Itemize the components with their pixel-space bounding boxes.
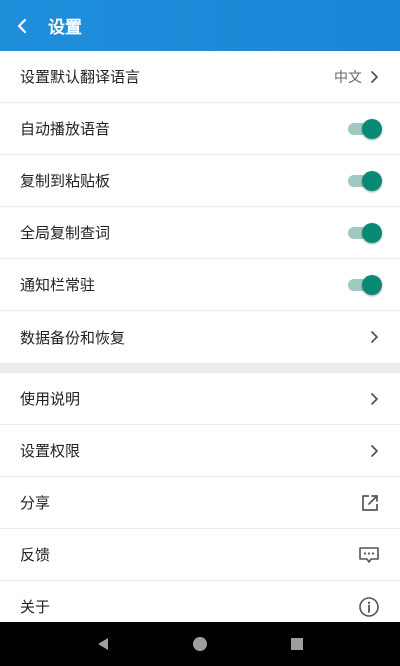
setting-backup-restore[interactable]: 数据备份和恢复 bbox=[0, 311, 400, 363]
setting-label: 全局复制查词 bbox=[20, 224, 111, 242]
home-circle-icon[interactable] bbox=[192, 636, 208, 652]
toggle-knob bbox=[362, 222, 382, 243]
copy-clipboard-toggle[interactable] bbox=[346, 170, 382, 191]
setting-feedback[interactable]: 反馈 bbox=[0, 529, 400, 581]
setting-usage-guide[interactable]: 使用说明 bbox=[0, 373, 400, 425]
notification-toggle[interactable] bbox=[346, 274, 382, 295]
setting-copy-to-clipboard: 复制到粘贴板 bbox=[0, 155, 400, 207]
chevron-right-icon bbox=[371, 392, 378, 405]
toggle-knob bbox=[362, 274, 382, 295]
system-nav-bar bbox=[0, 622, 400, 666]
page-title: 设置 bbox=[48, 18, 82, 38]
setting-value: 中文 bbox=[334, 69, 362, 86]
feedback-icon bbox=[359, 546, 379, 563]
setting-label: 使用说明 bbox=[20, 390, 81, 408]
info-icon bbox=[359, 596, 379, 617]
setting-label: 关于 bbox=[20, 598, 51, 616]
setting-label: 通知栏常驻 bbox=[20, 276, 96, 294]
chevron-right-icon bbox=[371, 70, 378, 83]
setting-default-language[interactable]: 设置默认翻译语言 中文 bbox=[0, 51, 400, 103]
auto-play-toggle[interactable] bbox=[346, 118, 382, 139]
chevron-right-icon bbox=[371, 444, 378, 457]
recents-square-icon[interactable] bbox=[289, 636, 305, 652]
global-copy-toggle[interactable] bbox=[346, 222, 382, 243]
settings-list: 设置默认翻译语言 中文 自动播放语音 复制到粘贴板 全局复制查词 通知栏常驻 数… bbox=[0, 51, 400, 633]
setting-label: 数据备份和恢复 bbox=[20, 328, 126, 347]
setting-label: 反馈 bbox=[20, 546, 51, 564]
back-triangle-icon[interactable] bbox=[95, 636, 111, 652]
app-bar: 设置 bbox=[0, 0, 400, 51]
back-button[interactable] bbox=[0, 0, 46, 51]
share-icon bbox=[362, 494, 378, 511]
setting-label: 设置权限 bbox=[20, 442, 81, 460]
setting-share[interactable]: 分享 bbox=[0, 477, 400, 529]
setting-notification-resident: 通知栏常驻 bbox=[0, 259, 400, 311]
back-arrow-icon bbox=[17, 18, 27, 33]
setting-auto-play-voice: 自动播放语音 bbox=[0, 103, 400, 155]
setting-label: 分享 bbox=[20, 494, 51, 512]
setting-global-copy-lookup: 全局复制查词 bbox=[0, 207, 400, 259]
setting-permissions[interactable]: 设置权限 bbox=[0, 425, 400, 477]
setting-label: 复制到粘贴板 bbox=[20, 172, 111, 190]
toggle-knob bbox=[362, 170, 382, 191]
chevron-right-icon bbox=[371, 331, 378, 343]
toggle-knob bbox=[362, 118, 382, 139]
setting-label: 自动播放语音 bbox=[20, 120, 111, 138]
setting-label: 设置默认翻译语言 bbox=[20, 68, 141, 86]
section-divider bbox=[0, 363, 400, 373]
